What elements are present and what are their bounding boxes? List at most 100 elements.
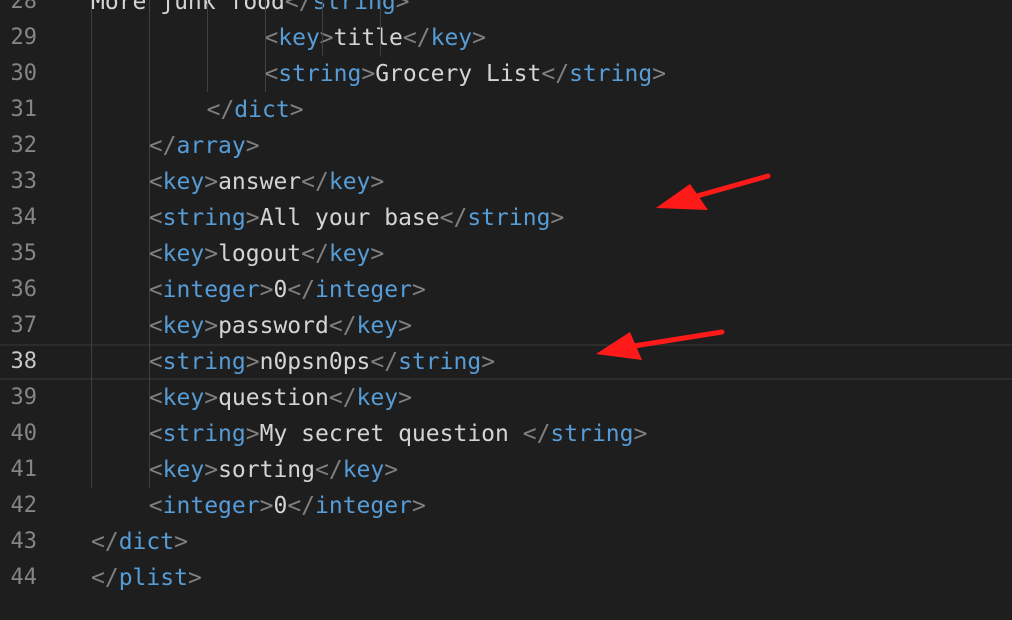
text-value: password [218, 313, 329, 339]
indent-guide [207, 0, 208, 92]
code-content: <key>sorting</key> [149, 452, 398, 488]
tag-name: key [162, 385, 205, 411]
code-content: <key>logout</key> [149, 236, 384, 272]
code-content: </plist> [91, 560, 202, 596]
tag-name: string [278, 61, 362, 87]
code-content: <key>password</key> [149, 308, 412, 344]
close-bracket: > [204, 313, 219, 339]
code-content: <string>n0psn0ps</string> [149, 346, 495, 378]
line-number: 29 [10, 25, 38, 50]
code-line[interactable]: 43 </dict> [0, 524, 1012, 560]
code-line[interactable]: 33 <key>answer</key> [0, 164, 1012, 200]
close-bracket: > [204, 457, 219, 483]
close-bracket: > [174, 529, 188, 555]
close-bracket: > [633, 421, 648, 447]
code-line[interactable]: 35 <key>logout</key> [0, 236, 1012, 272]
closing-tag-name: key [328, 169, 371, 195]
open-bracket: </ [402, 25, 431, 51]
code-line[interactable]: 32 </array> [0, 128, 1012, 164]
indent-guide [380, 0, 381, 56]
code-content: </dict> [207, 92, 304, 128]
open-bracket: < [148, 457, 163, 483]
code-content: <key>question</key> [149, 380, 412, 416]
tag-name: key [162, 313, 205, 339]
code-line[interactable]: 36 <integer>0</integer> [0, 272, 1012, 308]
code-line[interactable]: 40 <string>My secret question </string> [0, 416, 1012, 452]
open-bracket: </ [370, 349, 399, 375]
close-bracket: > [245, 349, 260, 375]
open-bracket: < [148, 205, 163, 231]
open-bracket: </ [284, 0, 313, 15]
code-line[interactable]: 41 <key>sorting</key> [0, 452, 1012, 488]
code-line[interactable]: 44 </plist> [0, 560, 1012, 596]
text-value: n0psn0ps [259, 349, 371, 375]
close-bracket: > [204, 169, 219, 195]
open-bracket: </ [148, 133, 177, 159]
code-line[interactable]: 34 <string>All your base</string> [0, 200, 1012, 236]
code-line[interactable]: 42 <integer>0</integer> [0, 488, 1012, 524]
close-bracket: > [204, 241, 219, 267]
close-bracket: > [472, 25, 487, 51]
code-line[interactable]: 37 <key>password</key> [0, 308, 1012, 344]
code-content: <integer>0</integer> [149, 488, 426, 524]
closing-tag-name: key [430, 25, 473, 51]
open-bracket: < [264, 61, 279, 87]
close-bracket: > [259, 277, 274, 303]
open-bracket: </ [287, 493, 316, 519]
open-bracket: </ [206, 97, 235, 123]
tag-name: string [162, 205, 246, 231]
code-line[interactable]: 38 <string>n0psn0ps</string> [0, 344, 1012, 380]
open-bracket: < [148, 421, 163, 447]
close-bracket: > [652, 61, 667, 87]
code-line[interactable]: 28 More junk food</string> [0, 0, 1012, 20]
open-bracket: < [148, 493, 163, 519]
code-line[interactable]: 30 <string>Grocery List</string> [0, 56, 1012, 92]
code-content: More junk food</string> [91, 0, 410, 20]
open-bracket: < [264, 25, 279, 51]
text-value: Grocery List [375, 61, 542, 87]
close-bracket: > [550, 205, 565, 231]
line-number: 37 [10, 313, 38, 338]
code-content: <string>My secret question </string> [149, 416, 648, 452]
text-value: 0 [273, 493, 288, 519]
text-value: answer [218, 169, 302, 195]
text-value: title [333, 25, 403, 51]
open-bracket: </ [287, 277, 316, 303]
line-number: 42 [10, 493, 38, 518]
open-bracket: </ [315, 457, 343, 483]
code-line[interactable]: 29 <key>title</key> [0, 20, 1012, 56]
closing-tag-name: string [398, 349, 482, 375]
indent-guide [322, 0, 323, 56]
line-number: 38 [10, 349, 38, 374]
text-value: My secret question [259, 421, 523, 447]
tag-name: key [162, 457, 205, 483]
closing-tag-name: key [328, 241, 371, 267]
code-line[interactable]: 31 </dict> [0, 92, 1012, 128]
text-value: More junk food [91, 0, 285, 15]
tag-name: key [162, 241, 205, 267]
code-editor[interactable]: 28 More junk food</string> 29 <key>title</k… [0, 0, 1012, 620]
open-bracket: </ [91, 565, 119, 591]
line-number: 44 [10, 565, 38, 590]
close-bracket: > [289, 97, 304, 123]
line-number: 43 [10, 529, 38, 554]
line-number: 39 [10, 385, 38, 410]
close-bracket: > [361, 61, 376, 87]
code-line[interactable]: 39 <key>question</key> [0, 380, 1012, 416]
close-bracket: > [245, 205, 260, 231]
text-value: 0 [273, 277, 288, 303]
code-content: <integer>0</integer> [149, 272, 426, 308]
line-number: 34 [10, 205, 38, 230]
indent-guide [149, 0, 150, 488]
close-bracket: > [370, 169, 385, 195]
close-bracket: > [370, 241, 385, 267]
closing-tag-name: plist [118, 565, 188, 591]
close-bracket: > [259, 493, 274, 519]
tag-name: string [162, 349, 246, 375]
open-bracket: < [148, 313, 163, 339]
open-bracket: </ [91, 529, 119, 555]
close-bracket: > [245, 133, 260, 159]
close-bracket: > [411, 277, 426, 303]
code-content: <key>answer</key> [149, 164, 384, 200]
text-value: logout [218, 241, 302, 267]
